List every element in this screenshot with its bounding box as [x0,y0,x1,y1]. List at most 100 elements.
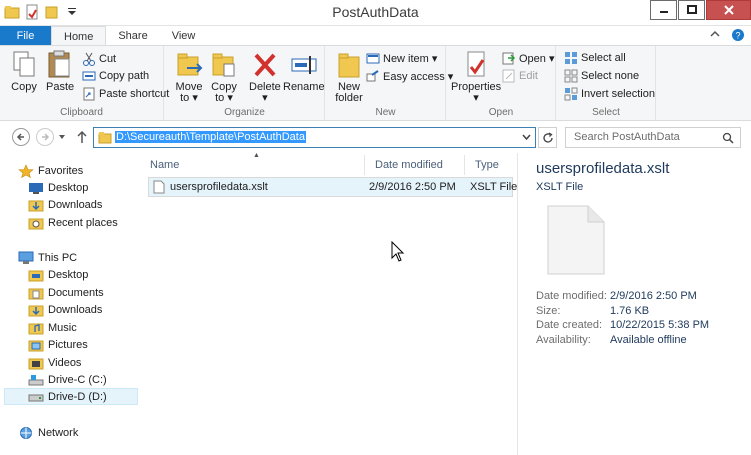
new-item-icon [366,53,380,64]
documents-icon [28,288,44,299]
organize-group-label: Organize [224,107,265,118]
new-item-label: New item ▾ [383,52,438,65]
paste-icon [48,50,70,78]
search-box[interactable]: Search PostAuthData [565,127,741,148]
mouse-cursor-icon [391,241,405,262]
column-header-type-label: Type [475,159,499,171]
delete-button[interactable]: Delete ▾ [249,50,281,104]
paste-button[interactable]: Paste [46,50,74,93]
desktop-icon [29,182,43,194]
nav-pc-documents-label: Documents [48,286,104,299]
details-file-name: usersprofiledata.xslt [536,160,670,177]
address-dropdown-icon[interactable] [522,134,531,141]
address-bar[interactable]: D:\Secureauth\Template\PostAuthData [93,127,536,148]
easy-access-button[interactable]: Easy access ▾ [366,69,453,83]
rename-icon [291,56,317,74]
column-header-name[interactable]: ▲ Name [140,152,365,175]
tab-share[interactable]: Share [106,26,159,46]
invert-selection-icon [564,87,578,101]
copy-to-button[interactable]: Copy to ▾ [210,50,238,104]
close-icon [723,5,734,15]
window-title: PostAuthData [332,4,419,20]
back-button[interactable] [12,128,30,146]
copy-path-button[interactable]: Copy path [82,69,149,83]
nav-pc-music-label: Music [48,321,77,334]
tab-view[interactable]: View [160,26,208,46]
nav-fav-downloads-label: Downloads [48,198,103,211]
refresh-icon [542,131,553,143]
edit-button[interactable]: Edit [502,69,538,83]
tab-file[interactable]: File [0,26,51,46]
nav-this-pc[interactable]: This PC [18,249,152,266]
prop-value: 2/9/2016 2:50 PM [610,290,697,302]
window-controls [649,0,751,20]
edit-label: Edit [519,70,538,82]
maximize-button[interactable] [678,0,705,20]
prop-value: Available offline [610,334,687,346]
delete-dropdown: ▾ [262,92,268,104]
select-none-label: Select none [581,70,640,82]
downloads-icon [28,200,44,211]
copy-button[interactable]: Copy [10,50,38,93]
new-folder-icon [338,53,360,78]
invert-selection-button[interactable]: Invert selection [564,87,655,101]
details-pane: usersprofiledata.xslt XSLT File Date mod… [517,153,751,455]
paste-label: Paste [46,81,75,93]
copy-to-label-line2: to ▾ [215,92,233,104]
copy-label: Copy [11,81,37,93]
music-icon [28,323,44,334]
rename-label: Rename [283,81,325,93]
downloads-folder-icon [28,305,44,316]
address-path[interactable]: D:\Secureauth\Template\PostAuthData [115,131,306,143]
select-none-icon [564,69,578,83]
file-name-cell: usersprofiledata.xslt [170,181,268,193]
select-none-button[interactable]: Select none [564,69,639,83]
nav-pc-drive-d-label: Drive-D (D:) [48,390,107,403]
nav-network[interactable]: Network [18,424,152,441]
prop-key: Date created: [536,319,603,331]
open-group: Properties ▾ Open ▾ Edit Open [447,46,556,120]
new-item-button[interactable]: New item ▾ [366,51,437,65]
column-header-date-modified[interactable]: Date modified [365,155,465,175]
nav-pc-drive-d[interactable]: Drive-D (D:) [4,388,138,405]
move-to-button[interactable]: Move to ▾ [175,50,203,104]
copy-icon [13,51,35,77]
folder-icon [98,132,112,144]
navigation-pane: Favorites Desktop Downloads Recent place… [0,153,138,455]
close-button[interactable] [706,0,751,20]
cut-button[interactable]: Cut [82,52,116,66]
ribbon: Copy Paste Cut Copy path Paste shortcut … [0,45,751,121]
refresh-button[interactable] [538,127,557,148]
file-icon [153,180,165,194]
minimize-button[interactable] [650,0,677,20]
organize-group: Move to ▾ Copy to ▾ Delete ▾ Rename Orga… [165,46,325,120]
rename-button[interactable]: Rename [283,50,325,93]
recent-locations-icon[interactable] [58,133,66,141]
tab-home[interactable]: Home [51,26,107,46]
sort-ascending-icon: ▲ [253,152,260,159]
move-to-label-line2: to ▾ [180,92,198,104]
select-group: Select all Select none Invert selection … [557,46,656,120]
help-icon[interactable]: ? [731,28,745,42]
invert-selection-label: Invert selection [581,88,655,100]
table-row[interactable]: usersprofiledata.xslt 2/9/2016 2:50 PM X… [148,177,517,197]
select-group-label: Select [592,107,620,118]
column-header-name-label: Name [150,159,180,171]
select-all-button[interactable]: Select all [564,51,626,65]
details-prop-date-modified: Date modified: 2/9/2016 2:50 PM [536,290,746,302]
forward-button[interactable] [36,128,54,146]
up-arrow-icon[interactable] [76,130,88,144]
search-input[interactable]: Search PostAuthData [574,131,680,143]
new-folder-button[interactable]: New folder [335,50,363,104]
collapse-ribbon-icon[interactable] [709,28,721,40]
cut-label: Cut [99,53,117,65]
paste-shortcut-button[interactable]: Paste shortcut [82,87,169,101]
details-file-type: XSLT File [536,181,584,193]
open-button[interactable]: Open ▾ [502,51,555,65]
edit-icon [502,69,515,83]
column-header-type[interactable]: Type [465,155,515,175]
search-icon[interactable] [722,132,734,144]
properties-button[interactable]: Properties ▾ [451,50,501,104]
nav-favorites[interactable]: Favorites [18,162,152,179]
nav-pc-pictures-label: Pictures [48,338,88,351]
